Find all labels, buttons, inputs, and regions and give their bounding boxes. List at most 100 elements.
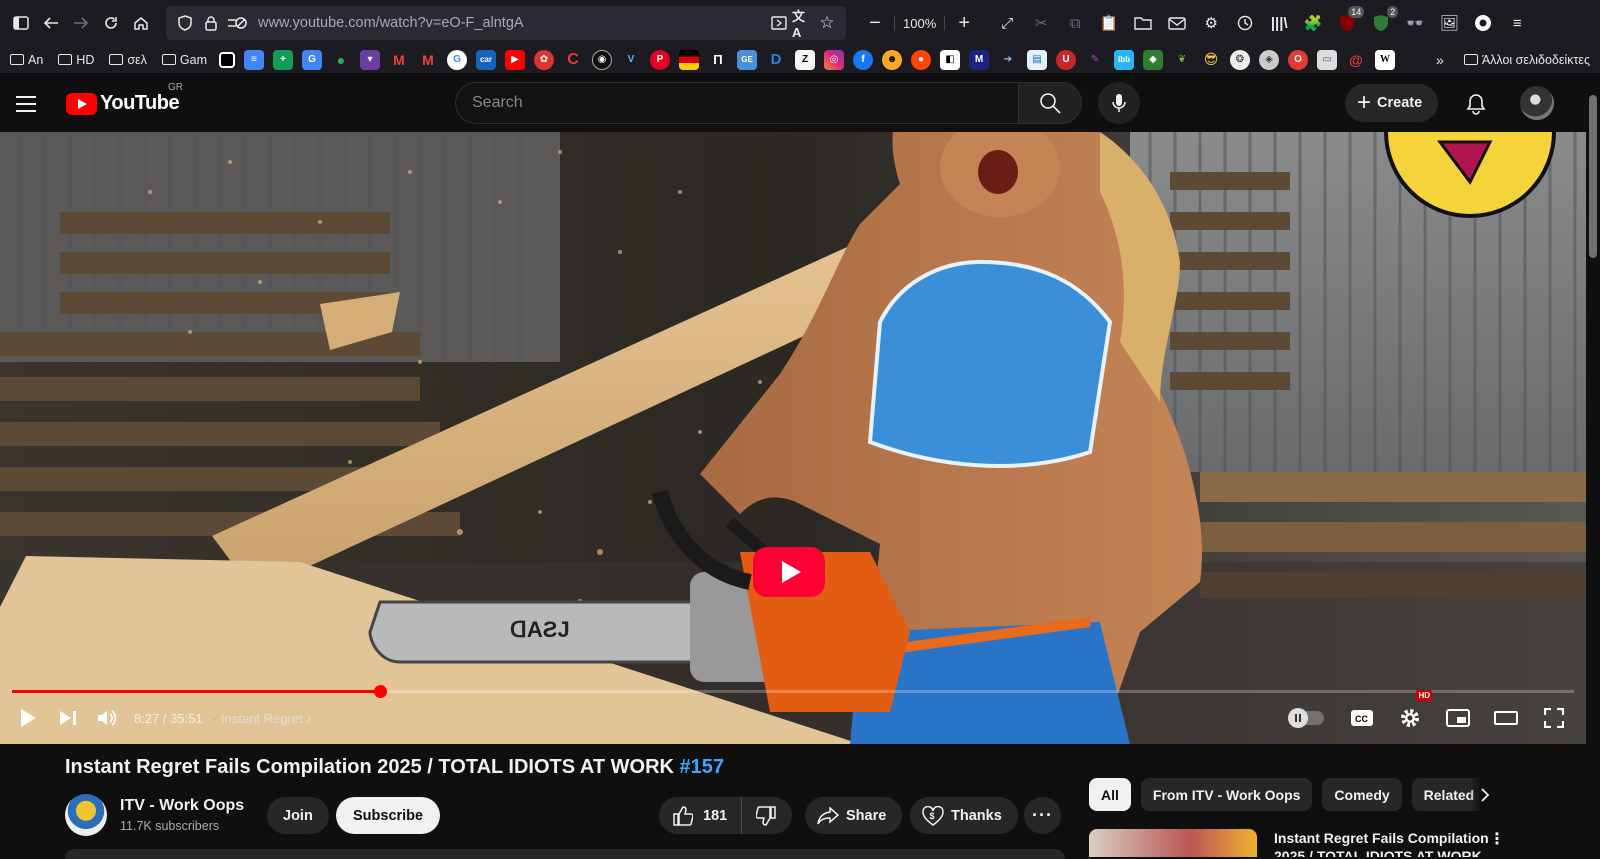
progress-bar[interactable] xyxy=(12,685,1574,698)
zoom-out-icon[interactable]: − xyxy=(860,8,890,38)
pinterest-icon[interactable]: P xyxy=(650,49,670,70)
subtitles-cc-icon[interactable]: CC xyxy=(1342,698,1382,738)
opera-icon[interactable]: O xyxy=(1288,49,1308,70)
youtube-logo[interactable]: YouTube GR xyxy=(66,82,183,115)
recommended-thumbnail[interactable] xyxy=(1089,829,1257,857)
d-logo-icon[interactable]: D xyxy=(766,50,786,70)
mail-icon[interactable] xyxy=(1163,9,1191,37)
url-text[interactable]: www.youtube.com/watch?v=eO-F_alntgA xyxy=(258,15,764,31)
permissions-icon[interactable] xyxy=(226,12,248,34)
miniplayer-icon[interactable] xyxy=(1438,698,1478,738)
car-site-icon[interactable]: car xyxy=(476,49,496,70)
search-button[interactable] xyxy=(1018,82,1082,124)
home-icon[interactable] xyxy=(126,8,156,38)
google-docs-icon[interactable]: ≡ xyxy=(244,49,264,70)
settings-gear-icon[interactable]: ⚙ xyxy=(1197,9,1225,37)
create-button[interactable]: + Create xyxy=(1345,84,1439,122)
gmail-icon[interactable]: M xyxy=(389,50,409,70)
u-logo-icon[interactable]: U xyxy=(1056,49,1076,70)
green-app-icon[interactable]: ◆ xyxy=(1143,49,1163,70)
next-video-icon[interactable] xyxy=(48,698,88,738)
ublock-icon[interactable]: 14 xyxy=(1333,6,1365,37)
recommended-video[interactable]: Instant Regret Fails Compilation 2025 / … xyxy=(1089,829,1509,857)
library-icon[interactable]: |||\ xyxy=(1265,9,1293,37)
bookmark-folder-sel[interactable]: σελ xyxy=(103,48,153,72)
bookmark-folder-an[interactable]: An xyxy=(4,48,49,72)
facebook-icon[interactable]: f xyxy=(853,49,873,70)
chip-from-channel[interactable]: From ITV - Work Oops xyxy=(1140,778,1313,811)
google-icon[interactable]: G xyxy=(447,49,467,70)
pi-bookmark-icon[interactable]: Π xyxy=(708,50,728,70)
google-sheets-icon[interactable]: + xyxy=(273,49,293,70)
page-scrollbar[interactable] xyxy=(1586,75,1600,857)
kebab-menu-icon[interactable]: ⋮ xyxy=(1489,829,1505,849)
clipboard-icon[interactable]: 📋 xyxy=(1095,9,1123,37)
description-box[interactable] xyxy=(65,849,1065,859)
reader-view-icon[interactable] xyxy=(768,12,790,34)
ibb-icon[interactable]: ibb xyxy=(1114,49,1134,70)
ge-icon[interactable]: GE xyxy=(737,49,757,70)
video-player[interactable]: ᗡAƧJ 8:27 / 35:51 · Instant Regret › CC … xyxy=(0,132,1586,744)
downloads-folder-icon[interactable] xyxy=(1129,9,1157,37)
arrow-logo-icon[interactable]: ➔ xyxy=(998,50,1018,70)
join-button[interactable]: Join xyxy=(267,797,329,834)
thanks-button[interactable]: $ Thanks xyxy=(910,797,1018,834)
play-icon[interactable] xyxy=(8,698,48,738)
translate-icon[interactable]: 文A xyxy=(792,9,814,40)
other-bookmarks-folder[interactable]: Άλλοι σελιδοδείκτες xyxy=(1458,48,1596,72)
zoom-level[interactable]: 100% xyxy=(894,15,946,31)
channel-avatar[interactable] xyxy=(65,794,107,836)
app-menu-icon[interactable]: ≡ xyxy=(1503,9,1531,37)
fullscreen-icon[interactable]: ⤢ xyxy=(993,9,1021,37)
youtube-bookmark-icon[interactable]: ▶ xyxy=(505,49,525,70)
bookmark-folder-gam[interactable]: Gam xyxy=(156,48,213,72)
vinyl-icon[interactable]: ◉ xyxy=(592,49,612,70)
volume-icon[interactable] xyxy=(88,698,128,738)
z-logo-icon[interactable]: Z xyxy=(795,49,815,70)
fullscreen-icon[interactable] xyxy=(1534,698,1574,738)
tracking-shield-icon[interactable] xyxy=(174,12,196,34)
account-circle-icon[interactable] xyxy=(1469,9,1497,37)
voice-search-button[interactable] xyxy=(1098,82,1140,124)
bookmark-icon[interactable] xyxy=(219,51,235,68)
glasses-extension-icon[interactable]: 👓 xyxy=(1401,9,1429,37)
cut-icon[interactable]: ✂ xyxy=(1027,9,1055,37)
url-bar[interactable]: www.youtube.com/watch?v=eO-F_alntgA 文A ☆ xyxy=(166,6,846,40)
google-translate-icon[interactable]: G xyxy=(302,49,322,70)
chip-all[interactable]: All xyxy=(1089,778,1131,811)
leaf-icon[interactable]: ❦ xyxy=(1172,50,1192,70)
autoplay-toggle[interactable] xyxy=(1288,708,1324,728)
extensions-puzzle-icon[interactable]: 🧩 xyxy=(1299,9,1327,37)
video-hashtag[interactable]: #157 xyxy=(680,756,725,778)
sunglasses-icon[interactable]: 😎 xyxy=(1201,50,1221,70)
wikipedia-icon[interactable]: W xyxy=(1375,49,1395,70)
settings-gear-icon[interactable]: HD xyxy=(1390,690,1432,738)
channel-name[interactable]: ITV - Work Oops xyxy=(120,797,244,815)
badge-site-icon[interactable]: ❂ xyxy=(1230,49,1250,70)
zoom-in-icon[interactable]: + xyxy=(949,8,979,38)
scrollbar-thumb[interactable] xyxy=(1589,95,1597,258)
m-logo-icon[interactable]: M xyxy=(969,49,989,70)
share-button[interactable]: Share xyxy=(805,797,903,834)
image-site-icon[interactable]: ▭ xyxy=(1317,49,1337,70)
dislike-button[interactable] xyxy=(742,797,792,834)
v-logo-icon[interactable]: V xyxy=(621,50,641,70)
instagram-icon[interactable]: ◎ xyxy=(824,49,844,70)
spiral-icon[interactable]: @ xyxy=(1346,50,1366,70)
bookmark-folder-hd[interactable]: HD xyxy=(52,48,100,72)
copy-icon[interactable]: ⧉ xyxy=(1061,9,1089,37)
privacy-shield-icon[interactable]: 2 xyxy=(1367,6,1399,37)
forward-icon[interactable] xyxy=(66,8,96,38)
doc-icon[interactable]: ▤ xyxy=(1027,49,1047,70)
lock-icon[interactable] xyxy=(200,12,222,34)
bookmark-star-icon[interactable]: ☆ xyxy=(816,12,838,34)
purple-mail-icon[interactable]: ▾ xyxy=(360,49,380,70)
c-logo-icon[interactable]: C xyxy=(563,50,583,70)
sidebar-toggle-icon[interactable] xyxy=(6,8,36,38)
like-button[interactable]: 181 xyxy=(659,797,743,834)
pinwheel-icon[interactable]: ✿ xyxy=(534,49,554,70)
gmail-alt-icon[interactable]: M xyxy=(418,50,438,70)
smiley-icon[interactable]: ☻ xyxy=(882,49,902,70)
chevron-right-icon[interactable] xyxy=(1470,778,1500,811)
chip-comedy[interactable]: Comedy xyxy=(1322,778,1402,811)
